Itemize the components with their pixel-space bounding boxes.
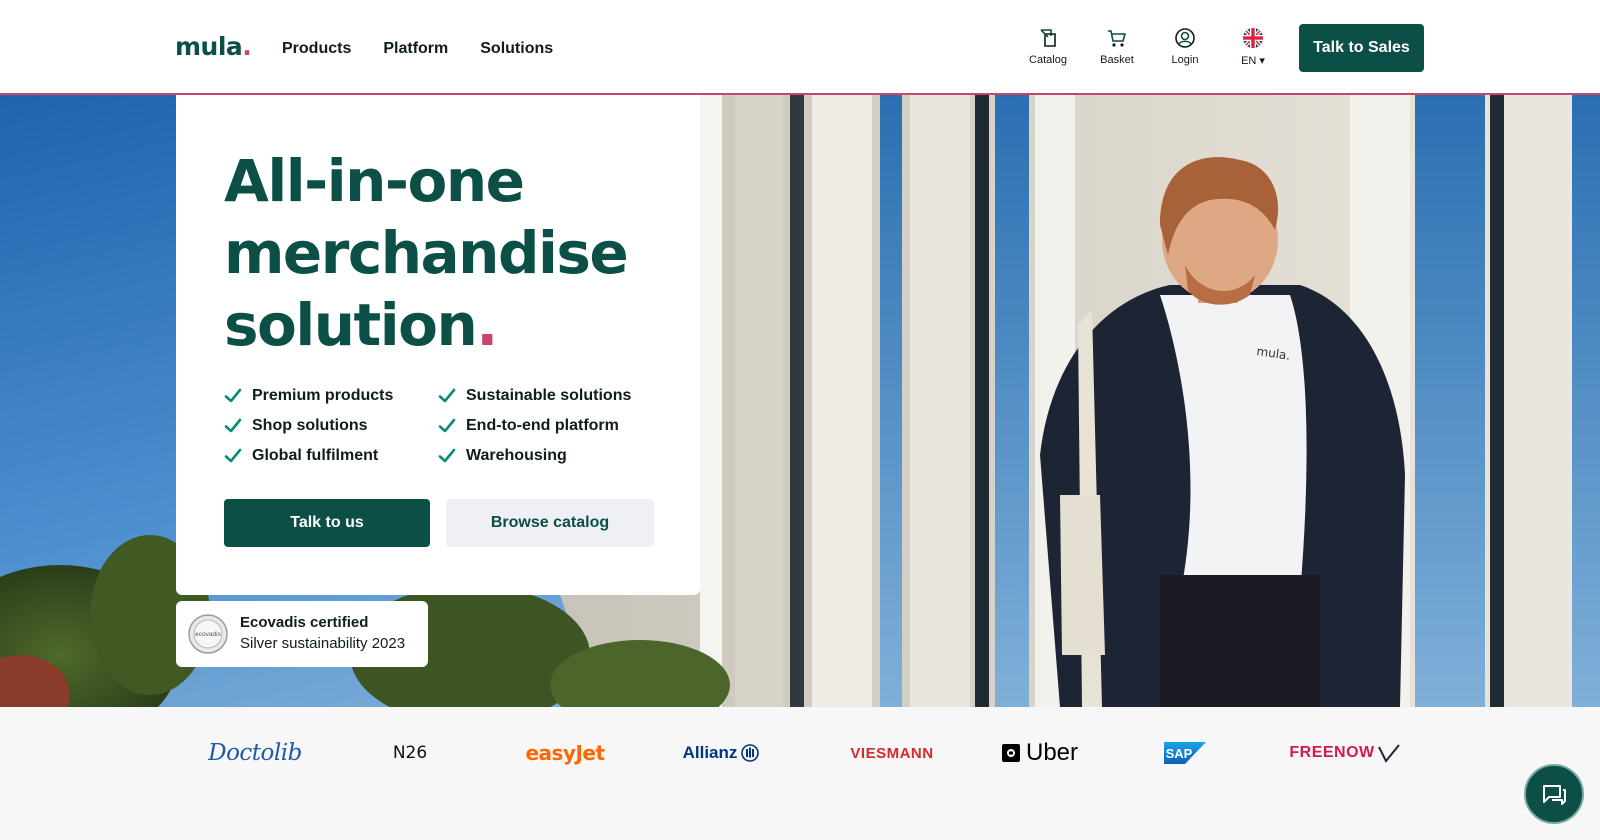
language-label: EN ▾ [1241,55,1265,67]
easyjet-logo: easyJet [525,741,605,765]
check-icon [224,448,242,463]
n26-logo: N26 [392,743,428,763]
nav-products[interactable]: Products [282,40,351,58]
login-link[interactable]: Login [1155,26,1215,66]
viessmann-logo: VIESMANN [850,744,934,762]
nav-platform[interactable]: Platform [383,40,448,58]
feature-item: Premium products [224,387,438,405]
ecovadis-seal-icon: ecovadis [188,614,228,654]
sap-badge: SAP [1164,742,1206,764]
feature-item: Global fulfilment [224,447,438,465]
uber-square-icon [1001,744,1020,762]
sap-logo: SAP [1160,735,1210,771]
svg-text:SAP: SAP [1166,746,1193,761]
feature-item: Shop solutions [224,417,438,435]
check-icon [438,388,456,403]
check-icon [224,418,242,433]
badge-title: Ecovadis certified [240,614,369,631]
chat-button[interactable] [1524,764,1584,824]
catalog-label: Catalog [1029,54,1067,66]
main-nav: Products Platform Solutions [282,40,553,58]
headline-line-1: All-in-one [224,147,525,215]
freenow-check-icon [1377,744,1400,763]
check-icon [438,418,456,433]
user-icon [1175,28,1195,48]
login-label: Login [1171,54,1199,66]
talk-to-us-button[interactable]: Talk to us [224,499,430,547]
basket-icon [1108,30,1127,47]
feature-item: Sustainable solutions [438,387,652,405]
site-header: mula. Products Platform Solutions Catalo… [0,0,1600,95]
feature-item: End-to-end platform [438,417,652,435]
doctolib-logo: Doctolib [208,740,302,766]
client-logos-strip: Doctolib N26 easyJet Allianz VIESMANN Ub… [0,707,1600,840]
allianz-emblem-icon [741,744,760,762]
language-selector[interactable]: EN ▾ [1223,26,1283,67]
feature-item: Warehousing [438,447,652,465]
uk-flag-icon [1243,28,1263,48]
check-icon [438,448,456,463]
basket-link[interactable]: Basket [1087,26,1147,66]
allianz-logo: Allianz [676,735,766,771]
uber-logo: Uber [990,735,1090,771]
badge-subtitle: Silver sustainability 2023 [240,635,406,652]
headline-line-2: merchandise [224,219,629,287]
svg-text:ecovadis: ecovadis [195,631,221,638]
ecovadis-badge[interactable]: ecovadis Ecovadis certified Silver susta… [176,601,428,667]
hero-headline: All-in-one merchandise solution. [224,145,629,361]
browse-catalog-button[interactable]: Browse catalog [446,499,654,547]
check-icon [224,388,242,403]
chat-icon [1543,785,1566,805]
talk-to-sales-button[interactable]: Talk to Sales [1299,24,1424,72]
mula-logo[interactable]: mula. [175,32,252,61]
hero-card: All-in-one merchandise solution. Premium… [176,95,700,595]
catalog-link[interactable]: Catalog [1018,26,1078,66]
catalog-icon [1040,29,1056,47]
headline-line-3: solution. [224,291,498,359]
basket-label: Basket [1100,54,1134,66]
freenow-logo: FREENOW [1285,735,1405,771]
feature-list: Premium products Sustainable solutions S… [224,387,652,465]
nav-solutions[interactable]: Solutions [480,40,553,58]
